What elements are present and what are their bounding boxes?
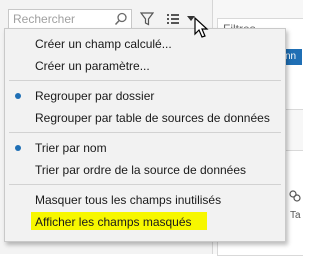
menu-item-sort-by-name[interactable]: Trier par nom	[5, 137, 285, 159]
menu-item-label: Trier par nom	[35, 141, 107, 155]
search-input[interactable]	[13, 12, 113, 26]
menu-item-create-calculated-field[interactable]: Créer un champ calculé...	[5, 33, 285, 55]
menu-separator	[9, 80, 281, 81]
menu-item-label: Masquer tous les champs inutilisés	[35, 193, 222, 207]
menu-item-label: Créer un paramètre...	[35, 59, 150, 73]
mouse-cursor-icon	[194, 17, 209, 38]
menu-item-group-by-datasource-table[interactable]: Regrouper par table de sources de donnée…	[5, 107, 285, 129]
menu-item-sort-by-datasource-order[interactable]: Trier par ordre de la source de données	[5, 159, 285, 181]
selected-bullet-icon	[15, 145, 21, 151]
menu-item-label: Regrouper par table de sources de donnée…	[35, 111, 270, 125]
menu-separator	[9, 132, 281, 133]
selected-bullet-icon	[15, 93, 21, 99]
marks-small-label: Ta	[290, 210, 301, 221]
menu-separator	[9, 184, 281, 185]
filter-icon[interactable]	[140, 12, 154, 26]
menu-item-label: Regrouper par dossier	[35, 89, 155, 103]
menu-item-show-hidden-fields[interactable]: Afficher les champs masqués	[5, 211, 285, 233]
shape-icon[interactable]	[289, 190, 301, 202]
menu-item-group-by-folder[interactable]: Regrouper par dossier	[5, 85, 285, 107]
menu-item-create-parameter[interactable]: Créer un paramètre...	[5, 55, 285, 77]
menu-item-label: Afficher les champs masqués	[35, 215, 192, 229]
context-menu: Créer un champ calculé... Créer un param…	[4, 28, 286, 242]
menu-item-label: Créer un champ calculé...	[35, 37, 172, 51]
menu-item-hide-unused-fields[interactable]: Masquer tous les champs inutilisés	[5, 189, 285, 211]
menu-item-label: Trier par ordre de la source de données	[35, 163, 247, 177]
search-icon[interactable]	[114, 12, 128, 26]
search-box[interactable]	[8, 9, 132, 29]
blue-button[interactable]: nn	[285, 49, 302, 65]
list-view-icon[interactable]	[166, 12, 180, 26]
